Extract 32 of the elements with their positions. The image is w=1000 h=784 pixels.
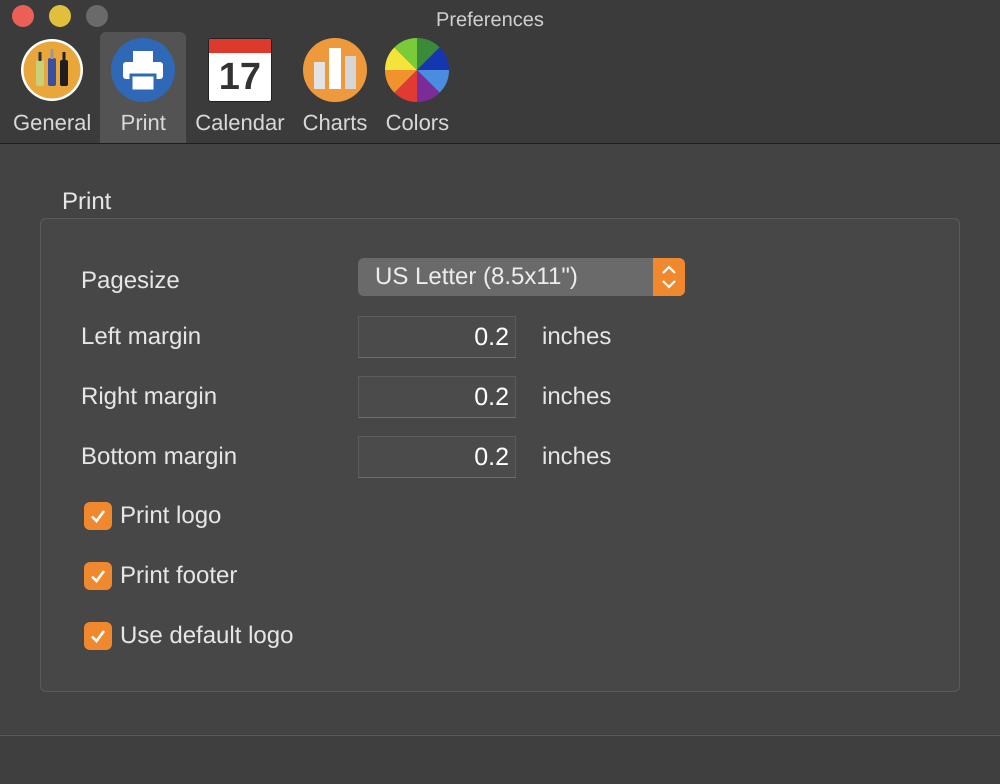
printer-icon bbox=[111, 38, 176, 102]
checkbox[interactable] bbox=[84, 502, 112, 530]
bar-chart-icon bbox=[302, 38, 367, 102]
wine-bottles-icon bbox=[20, 38, 84, 102]
margin-input[interactable]: 0.2 bbox=[358, 376, 516, 418]
unit-label: inches bbox=[542, 382, 612, 412]
toolbar-tab[interactable]: 17 Calendar bbox=[186, 32, 294, 143]
toolbar-tab[interactable]: General bbox=[4, 32, 100, 143]
checkbox[interactable] bbox=[84, 562, 112, 590]
calendar-icon: 17 bbox=[208, 38, 272, 102]
checkbox-label: Print logo bbox=[120, 501, 222, 531]
window-title: Preferences bbox=[436, 8, 544, 33]
field-label: Bottom margin bbox=[81, 442, 238, 472]
margin-input[interactable]: 0.2 bbox=[358, 316, 516, 358]
toolbar-tab[interactable]: Colors bbox=[376, 32, 458, 143]
pagesize-dropdown[interactable]: US Letter (8.5x11") bbox=[358, 258, 685, 296]
field-label: Right margin bbox=[81, 382, 218, 412]
checkbox-label: Print footer bbox=[120, 561, 238, 591]
field-label: Left margin bbox=[81, 322, 202, 352]
checkbox-label: Use default logo bbox=[120, 621, 294, 651]
color-wheel-icon bbox=[385, 38, 450, 102]
margin-input[interactable]: 0.2 bbox=[358, 436, 516, 478]
unit-label: inches bbox=[542, 442, 612, 472]
close-button[interactable] bbox=[12, 5, 34, 27]
unit-label: inches bbox=[542, 322, 612, 352]
stepper-icon bbox=[653, 258, 685, 296]
toolbar-tab[interactable]: Print bbox=[100, 32, 186, 143]
field-label: Pagesize bbox=[81, 266, 181, 296]
minimize-button[interactable] bbox=[49, 5, 71, 27]
toolbar-tab[interactable]: Charts bbox=[294, 32, 376, 143]
group-title: Print bbox=[61, 188, 112, 216]
checkbox[interactable] bbox=[84, 622, 112, 650]
